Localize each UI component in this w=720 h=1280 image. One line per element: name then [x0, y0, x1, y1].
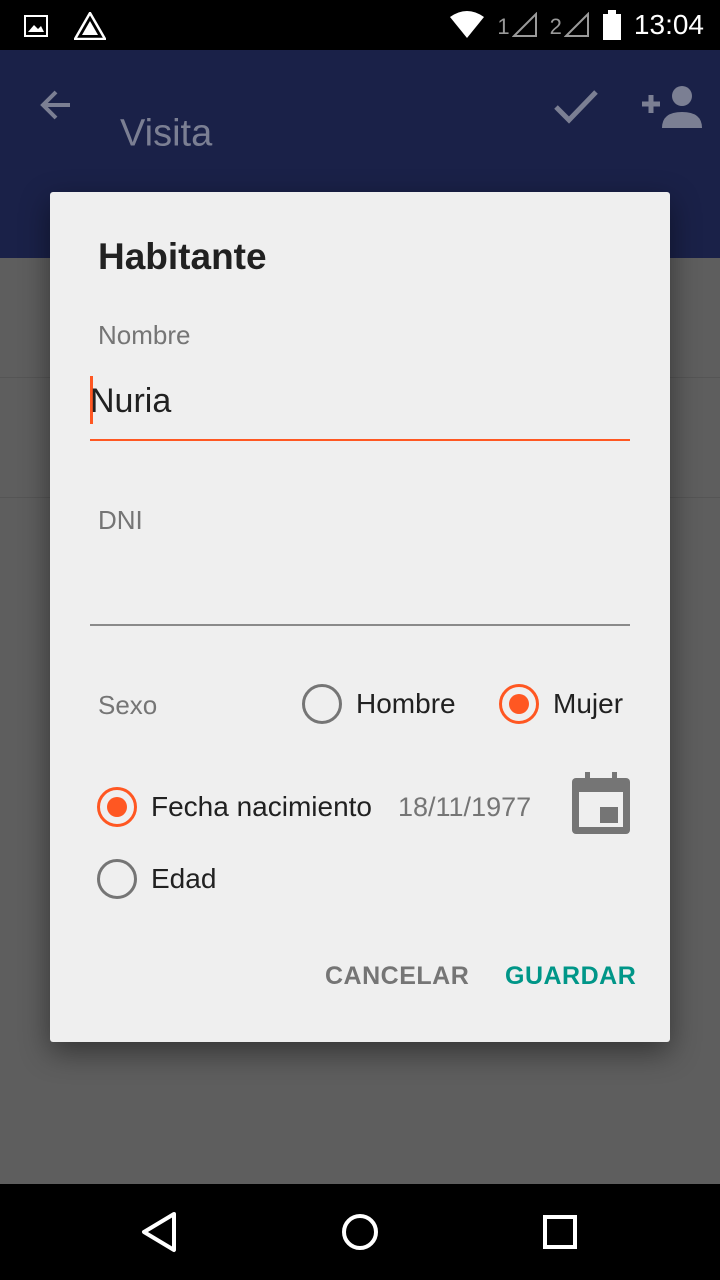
dni-label: DNI	[98, 505, 143, 535]
status-bar: 1 2 13:04	[0, 0, 720, 50]
radio-button[interactable]	[302, 684, 342, 724]
app-logo-icon	[74, 12, 106, 40]
check-icon[interactable]	[552, 86, 600, 126]
radio-edad-label: Edad	[151, 863, 217, 894]
radio-mujer[interactable]: Mujer	[499, 684, 623, 724]
radio-fecha-nacimiento[interactable]: Fecha nacimiento	[97, 787, 372, 827]
save-button[interactable]: GUARDAR	[505, 962, 636, 991]
radio-fecha-label: Fecha nacimiento	[151, 791, 373, 822]
page-title: Visita	[120, 112, 213, 155]
radio-hombre-label: Hombre	[356, 688, 456, 719]
habitante-dialog: Habitante Nombre Nuria DNI Sexo Hombre M…	[50, 192, 670, 1042]
radio-button[interactable]	[499, 684, 539, 724]
dialog-title: Habitante	[98, 236, 267, 277]
birth-date-value[interactable]: 18/11/1977	[398, 792, 531, 823]
radio-button[interactable]	[97, 787, 137, 827]
arrow-left-icon[interactable]	[36, 85, 76, 125]
signal-icon	[511, 12, 537, 37]
status-right: 1 2 13:04	[449, 8, 704, 42]
signal-icon	[563, 12, 589, 37]
nombre-underline	[90, 439, 630, 441]
sexo-label: Sexo	[98, 690, 158, 720]
wifi-icon	[450, 11, 485, 38]
nombre-label: Nombre	[98, 320, 191, 350]
radio-hombre[interactable]: Hombre	[302, 684, 456, 724]
recents-square-icon[interactable]	[536, 1208, 584, 1256]
add-person-icon[interactable]	[640, 84, 704, 132]
home-circle-icon[interactable]	[336, 1208, 384, 1256]
signal-sim2: 2	[550, 12, 590, 38]
dni-underline	[90, 624, 630, 626]
nombre-input[interactable]: Nuria	[90, 382, 171, 421]
cancel-button[interactable]: CANCELAR	[325, 962, 469, 991]
radio-button[interactable]	[97, 859, 137, 899]
sim2-number: 2	[549, 14, 562, 39]
sim1-number: 1	[497, 14, 510, 39]
calendar-icon[interactable]	[572, 772, 630, 834]
status-left	[24, 12, 106, 40]
radio-mujer-label: Mujer	[553, 688, 624, 719]
clock: 13:04	[633, 9, 704, 40]
image-icon	[24, 15, 48, 37]
back-triangle-icon[interactable]	[136, 1208, 184, 1256]
radio-edad[interactable]: Edad	[97, 859, 216, 899]
navigation-bar	[0, 1184, 720, 1280]
signal-sim1: 1	[497, 12, 537, 38]
battery-icon	[602, 10, 621, 40]
